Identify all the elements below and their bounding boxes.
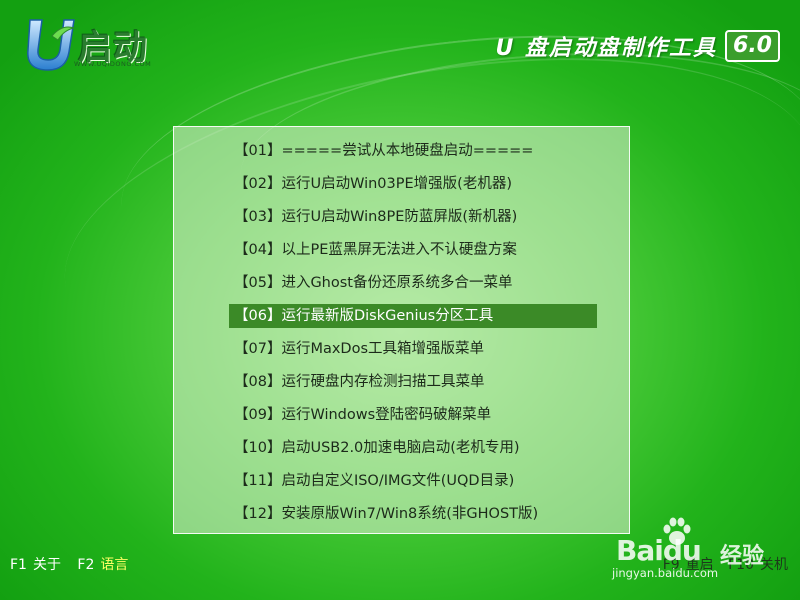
menu-item[interactable]: 【10】启动USB2.0加速电脑启动(老机专用) bbox=[229, 432, 597, 465]
hotkey-label: 关于 bbox=[32, 557, 61, 573]
watermark-brand: Baidu bbox=[616, 534, 702, 567]
menu-item[interactable]: 【12】安装原版Win7/Win8系统(非GHOST版) bbox=[229, 498, 597, 531]
u-logo-icon bbox=[27, 19, 76, 71]
menu-item[interactable]: 【11】启动自定义ISO/IMG文件(UQD目录) bbox=[229, 465, 597, 498]
version-badge: 6.0 bbox=[725, 30, 780, 62]
watermark-url: jingyan.baidu.com bbox=[612, 566, 719, 580]
hotkey-f1-about[interactable]: F1 关于 bbox=[10, 557, 61, 573]
hotkey-key: F2 bbox=[77, 557, 95, 573]
hotkeys-left: F1 关于 F2 语言 bbox=[10, 554, 140, 574]
menu-item[interactable]: 【03】运行U启动Win8PE防蓝屏版(新机器) bbox=[229, 201, 597, 234]
boot-menu-panel: 【01】=====尝试从本地硬盘启动===== 【02】运行U启动Win03PE增… bbox=[173, 126, 630, 534]
menu-item[interactable]: 【07】运行MaxDos工具箱增强版菜单 bbox=[229, 333, 597, 366]
menu-item[interactable]: 【04】以上PE蓝黑屏无法进入不认硬盘方案 bbox=[229, 234, 597, 267]
app-title: U 盘启动盘制作工具 6.0 bbox=[495, 30, 780, 62]
logo-url: WWW.UQIDONG.COM bbox=[74, 60, 152, 68]
menu-item[interactable]: 【02】运行U启动Win03PE增强版(老机器) bbox=[229, 168, 597, 201]
hotkey-label: 语言 bbox=[100, 557, 129, 573]
app-title-text: U 盘启动盘制作工具 bbox=[495, 36, 718, 61]
hotkey-key: F1 bbox=[10, 557, 27, 573]
logo: 启动 WWW.UQIDONG.COM bbox=[18, 14, 188, 76]
baidu-watermark: Baidu 经验 jingyan.baidu.com bbox=[612, 516, 792, 586]
menu-item-selected[interactable]: 【06】运行最新版DiskGenius分区工具 bbox=[229, 304, 597, 328]
menu-item[interactable]: 【05】进入Ghost备份还原系统多合一菜单 bbox=[229, 267, 597, 300]
menu-item[interactable]: 【08】运行硬盘内存检测扫描工具菜单 bbox=[229, 366, 597, 399]
menu-item[interactable]: 【09】运行Windows登陆密码破解菜单 bbox=[229, 399, 597, 432]
menu-item[interactable]: 【01】=====尝试从本地硬盘启动===== bbox=[229, 135, 597, 168]
boot-menu-list: 【01】=====尝试从本地硬盘启动===== 【02】运行U启动Win03PE增… bbox=[229, 135, 597, 531]
watermark-sub: 经验 bbox=[720, 544, 765, 569]
hotkey-f2-language[interactable]: F2 语言 bbox=[77, 557, 128, 573]
